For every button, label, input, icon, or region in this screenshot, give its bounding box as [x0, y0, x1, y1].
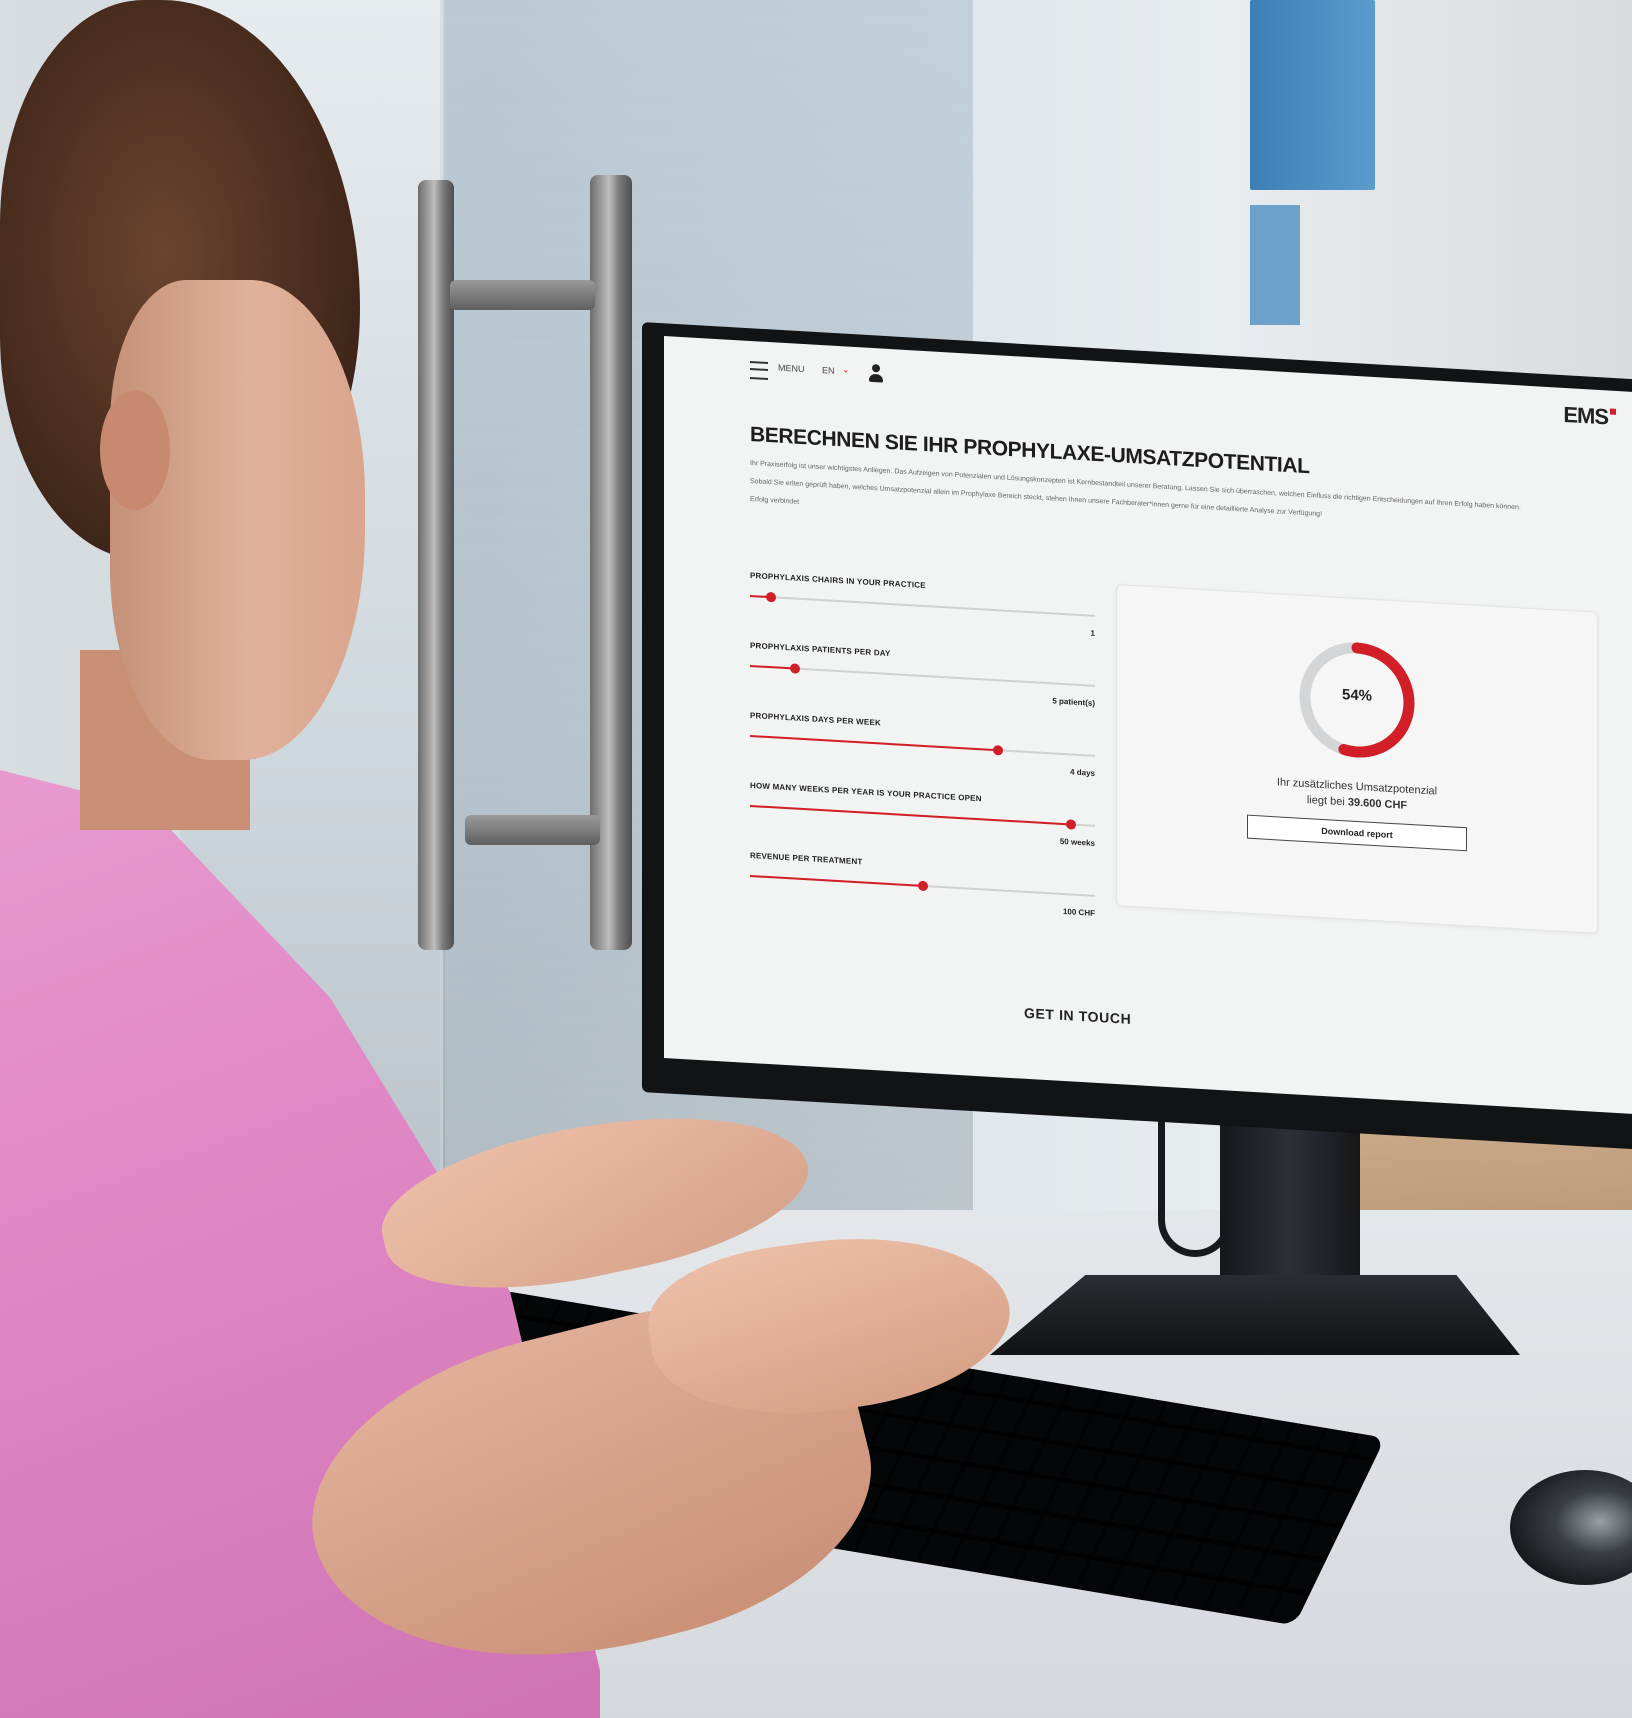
door-handle-left — [418, 180, 454, 950]
get-in-touch-heading: GET IN TOUCH — [1024, 1004, 1132, 1027]
intro-text: Ihr Praxiserfolg ist unser wichtigstes A… — [750, 459, 1610, 563]
slider-value: 1 — [1090, 628, 1095, 638]
brand-logo[interactable]: EMS — [1563, 402, 1616, 431]
slider-handle[interactable] — [789, 663, 800, 674]
menu-label[interactable]: MENU — [778, 363, 805, 375]
slider-fill — [750, 734, 999, 752]
slider-handle[interactable] — [765, 591, 776, 603]
slider-track[interactable] — [750, 804, 1095, 830]
blue-cabinet-lower — [1250, 205, 1300, 325]
hamburger-menu-icon[interactable] — [750, 360, 768, 380]
slider-value: 4 days — [1070, 767, 1095, 778]
slider-track[interactable] — [750, 591, 1095, 617]
slider-track[interactable] — [750, 663, 1095, 687]
door-handle-arm-top — [450, 280, 595, 310]
blue-cabinet — [1250, 0, 1375, 190]
slider-value: 100 CHF — [1062, 907, 1095, 918]
chevron-down-icon[interactable]: ⌄ — [842, 364, 850, 375]
brand-logo-dot — [1610, 408, 1616, 415]
slider-track[interactable] — [750, 874, 1095, 897]
result-card: 54% Ihr zusätzliches Umsatzpotenzial lie… — [1116, 584, 1598, 934]
language-selector[interactable]: EN — [822, 365, 835, 376]
slider-value: 50 weeks — [1059, 836, 1095, 848]
person-ear — [100, 390, 170, 510]
slider-fill — [750, 874, 923, 887]
slider-handle[interactable] — [1065, 819, 1076, 830]
slider-fill — [750, 804, 1071, 826]
download-report-button[interactable]: Download report — [1247, 814, 1467, 852]
slider-handle[interactable] — [993, 744, 1004, 756]
slider-fill — [750, 664, 795, 670]
slider-value: 5 patient(s) — [1052, 696, 1095, 708]
calculator-sliders: PROPHYLAXIS CHAIRS IN YOUR PRACTICE 1 PR… — [750, 571, 1095, 941]
slider-handle[interactable] — [917, 880, 928, 892]
slider-track[interactable] — [750, 734, 1095, 757]
potential-gauge: 54% — [1292, 631, 1422, 768]
slider-label: PROPHYLAXIS CHAIRS IN YOUR PRACTICE — [750, 570, 926, 591]
result-amount: 39.600 CHF — [1347, 796, 1408, 812]
result-amount-prefix: liegt bei — [1306, 794, 1345, 809]
brand-logo-text: EMS — [1563, 401, 1608, 430]
monitor-screen: MENU EN ⌄ EMS BERECHNEN SIE IHR PROPHYLA… — [664, 336, 1632, 1114]
user-account-icon[interactable] — [868, 364, 884, 385]
door-handle-arm-bottom — [465, 815, 600, 845]
person-face — [110, 280, 365, 760]
